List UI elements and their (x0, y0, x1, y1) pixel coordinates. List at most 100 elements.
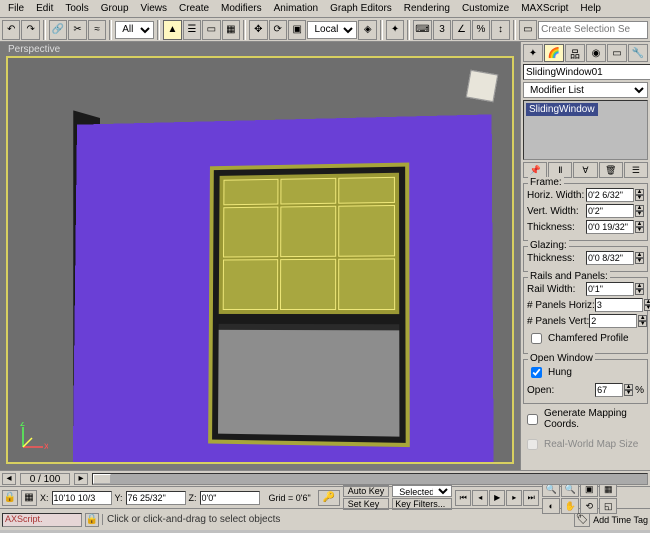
hung-label: Hung (548, 367, 572, 378)
menu-rendering[interactable]: Rendering (398, 1, 456, 16)
track-scroll-left[interactable]: ◂ (2, 473, 16, 485)
spinner-down-icon[interactable]: ▼ (635, 289, 644, 295)
open-percent-input[interactable] (595, 383, 623, 397)
spinner-down-icon[interactable]: ▼ (635, 195, 644, 201)
menu-tools[interactable]: Tools (59, 1, 94, 16)
bind-space-warp-button[interactable]: ≈ (88, 20, 106, 40)
setkey-button[interactable]: Set Key (343, 498, 390, 510)
key-mode-icon[interactable]: 🔑 (318, 490, 340, 506)
spinner-down-icon[interactable]: ▼ (638, 321, 647, 327)
z-coord-input[interactable] (200, 491, 260, 505)
listener-lock-icon[interactable]: 🔒 (85, 513, 99, 527)
rotate-button[interactable]: ⟳ (269, 20, 287, 40)
selection-filter-select[interactable]: All (115, 21, 154, 39)
select-object-button[interactable]: ▲ (163, 20, 181, 40)
spinner-down-icon[interactable]: ▼ (635, 211, 644, 217)
glazing-thickness-input[interactable] (586, 251, 634, 265)
y-coord-input[interactable] (126, 491, 186, 505)
x-coord-input[interactable] (52, 491, 112, 505)
angle-snap-button[interactable]: ∠ (452, 20, 470, 40)
modify-tab[interactable]: 🌈 (544, 44, 564, 62)
perspective-viewport[interactable]: z x (6, 56, 514, 464)
object-name-input[interactable] (523, 64, 650, 80)
absolute-mode-button[interactable]: ▦ (21, 490, 37, 506)
ref-coord-select[interactable]: Local (307, 21, 357, 39)
select-region-button[interactable]: ▭ (202, 20, 220, 40)
configure-sets-button[interactable]: ☰ (624, 162, 648, 178)
modifier-list-select[interactable]: Modifier List (523, 82, 648, 98)
play-button[interactable]: ▶ (489, 490, 505, 506)
sliding-window-object[interactable] (208, 163, 410, 448)
named-selection-button[interactable]: ▭ (519, 20, 537, 40)
maxscript-listener-input[interactable]: AXScript. (2, 513, 82, 527)
stack-item-slidingwindow[interactable]: SlidingWindow (526, 103, 598, 116)
panels-horiz-input[interactable] (595, 298, 643, 312)
window-crossing-button[interactable]: ▦ (222, 20, 240, 40)
vert-width-input[interactable] (586, 204, 634, 218)
spinner-down-icon[interactable]: ▼ (624, 390, 633, 396)
prev-frame-button[interactable]: ◂ (472, 490, 488, 506)
motion-tab[interactable]: ◉ (586, 44, 606, 62)
menu-maxscript[interactable]: MAXScript (515, 1, 574, 16)
mapping-coords-checkbox[interactable] (527, 414, 538, 425)
viewcube[interactable] (466, 70, 498, 102)
undo-button[interactable]: ↶ (2, 20, 20, 40)
time-tag-icon[interactable]: 🏷 (574, 513, 590, 527)
chamfered-checkbox[interactable] (531, 333, 542, 344)
snap-toggle-button[interactable]: 3 (433, 20, 451, 40)
menu-create[interactable]: Create (173, 1, 215, 16)
horiz-width-input[interactable] (586, 188, 634, 202)
menu-modifiers[interactable]: Modifiers (215, 1, 268, 16)
key-filter-select[interactable]: Selected (392, 485, 452, 497)
goto-start-button[interactable]: ⏮ (455, 490, 471, 506)
menu-edit[interactable]: Edit (30, 1, 59, 16)
goto-end-button[interactable]: ⏭ (523, 490, 539, 506)
spinner-down-icon[interactable]: ▼ (635, 227, 644, 233)
key-filters-button[interactable]: Key Filters... (392, 498, 452, 510)
show-end-result-button[interactable]: Ⅱ (548, 162, 572, 178)
menu-group[interactable]: Group (95, 1, 135, 16)
add-time-tag-button[interactable]: Add Time Tag (593, 515, 648, 525)
spinner-down-icon[interactable]: ▼ (635, 258, 644, 264)
redo-button[interactable]: ↷ (21, 20, 39, 40)
hierarchy-tab[interactable]: 品 (565, 44, 585, 62)
menu-grapheditors[interactable]: Graph Editors (324, 1, 398, 16)
modifier-stack[interactable]: SlidingWindow (523, 100, 648, 160)
percent-snap-button[interactable]: % (472, 20, 490, 40)
pin-stack-button[interactable]: 📌 (523, 162, 547, 178)
move-button[interactable]: ✥ (249, 20, 267, 40)
remove-modifier-button[interactable]: 🗑 (599, 162, 623, 178)
create-tab[interactable]: ✦ (523, 44, 543, 62)
spinner-down-icon[interactable]: ▼ (644, 305, 650, 311)
next-frame-button[interactable]: ▸ (506, 490, 522, 506)
menu-customize[interactable]: Customize (456, 1, 515, 16)
menu-file[interactable]: File (2, 1, 30, 16)
fov-button[interactable]: ◐ (542, 498, 560, 514)
frame-display[interactable]: 0 / 100 (20, 473, 70, 485)
autokey-button[interactable]: Auto Key (343, 485, 390, 497)
use-pivot-button[interactable]: ◈ (358, 20, 376, 40)
scale-button[interactable]: ▣ (288, 20, 306, 40)
link-button[interactable]: 🔗 (49, 20, 67, 40)
rail-width-input[interactable] (586, 282, 634, 296)
make-unique-button[interactable]: ∀ (573, 162, 597, 178)
menu-animation[interactable]: Animation (268, 1, 324, 16)
menu-help[interactable]: Help (574, 1, 607, 16)
utilities-tab[interactable]: 🔧 (628, 44, 648, 62)
display-tab[interactable]: ▭ (607, 44, 627, 62)
select-manipulate-button[interactable]: ✦ (386, 20, 404, 40)
keyboard-shortcut-button[interactable]: ⌨ (413, 20, 431, 40)
time-ruler[interactable] (92, 473, 648, 485)
named-selection-input[interactable] (538, 21, 648, 39)
frame-thickness-input[interactable] (586, 220, 634, 234)
viewport-label[interactable]: Perspective (8, 44, 60, 55)
select-by-name-button[interactable]: ☰ (183, 20, 201, 40)
lock-selection-button[interactable]: 🔒 (2, 490, 18, 506)
spinner-snap-button[interactable]: ↕ (491, 20, 509, 40)
track-scroll-right[interactable]: ▸ (74, 473, 88, 485)
maximize-viewport-button[interactable]: ◱ (599, 498, 617, 514)
panels-vert-input[interactable] (589, 314, 637, 328)
menu-views[interactable]: Views (135, 1, 174, 16)
unlink-button[interactable]: ✂ (68, 20, 86, 40)
hung-checkbox[interactable] (531, 367, 542, 378)
